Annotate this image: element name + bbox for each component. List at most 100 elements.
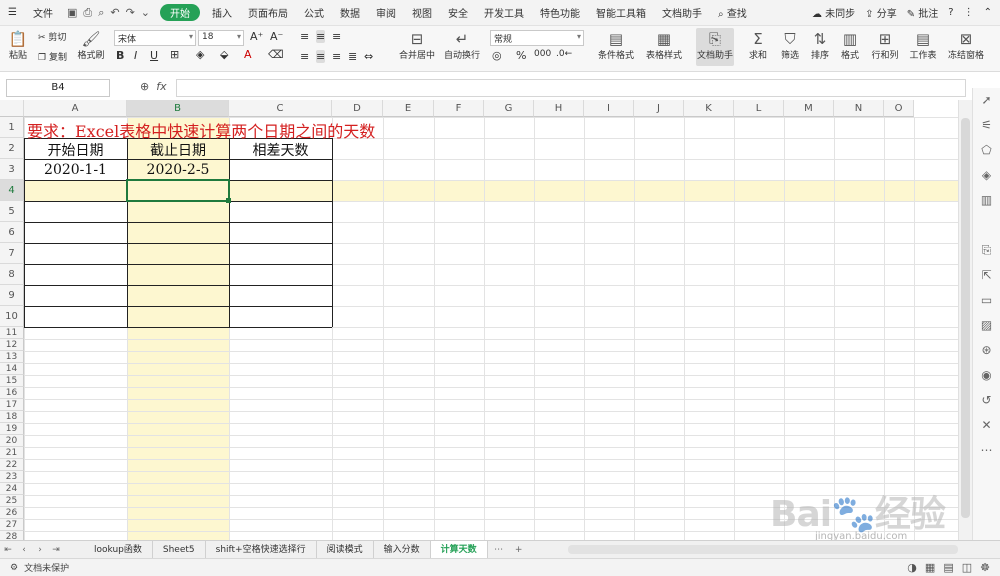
- row-col-button[interactable]: ⊞ 行和列: [870, 30, 900, 61]
- add-sheet-icon[interactable]: +: [510, 545, 528, 555]
- row-header[interactable]: 4: [0, 180, 24, 201]
- share-button[interactable]: ⇪ 分享: [865, 5, 897, 20]
- table-style-button[interactable]: ▦ 表格样式: [644, 30, 684, 61]
- row-header[interactable]: 13: [0, 351, 24, 363]
- row-header[interactable]: 5: [0, 201, 24, 222]
- doc-assistant-button[interactable]: ⎘ 文档助手: [696, 28, 734, 66]
- row-header[interactable]: 8: [0, 264, 24, 285]
- tab-insert[interactable]: 插入: [204, 5, 240, 20]
- tab-formulas[interactable]: 公式: [296, 5, 332, 20]
- shrink-font-icon[interactable]: A⁻: [270, 30, 283, 43]
- row-header[interactable]: 23: [0, 471, 24, 483]
- tab-review[interactable]: 审阅: [368, 5, 404, 20]
- row-header[interactable]: 22: [0, 459, 24, 471]
- cell-b2[interactable]: 截止日期: [127, 140, 229, 160]
- scrollbar-thumb[interactable]: [961, 118, 970, 518]
- row-header[interactable]: 12: [0, 339, 24, 351]
- file-menu[interactable]: 文件: [25, 5, 61, 20]
- column-header[interactable]: D: [332, 100, 383, 117]
- spreadsheet-grid[interactable]: A B C D E F G H I J K L M N O 1 2 3 4 5 6 7 8 9 10 11 12 13 14 15 16 17…: [0, 100, 958, 540]
- prev-sheet-icon[interactable]: ‹: [16, 545, 32, 555]
- underline-icon[interactable]: U: [150, 49, 158, 62]
- print-icon[interactable]: ⎙: [83, 6, 92, 20]
- row-header[interactable]: 15: [0, 375, 24, 387]
- location-icon[interactable]: ◉: [973, 363, 1000, 388]
- column-header[interactable]: N: [834, 100, 884, 117]
- row-header[interactable]: 7: [0, 243, 24, 264]
- sheet-tab-sheet5[interactable]: Sheet5: [153, 540, 206, 559]
- align-middle-icon[interactable]: ≡: [316, 30, 326, 43]
- page-layout-view-icon[interactable]: ▤: [943, 561, 953, 574]
- currency-icon[interactable]: ◎: [492, 49, 502, 62]
- next-sheet-icon[interactable]: ›: [32, 545, 48, 555]
- row-header[interactable]: 26: [0, 507, 24, 519]
- column-header[interactable]: L: [734, 100, 784, 117]
- row-header[interactable]: 2: [0, 138, 24, 159]
- sheet-tab-reading-mode[interactable]: 阅读模式: [317, 540, 374, 559]
- tab-view[interactable]: 视图: [404, 5, 440, 20]
- justify-icon[interactable]: ≣: [348, 50, 357, 63]
- cell-a2[interactable]: 开始日期: [24, 140, 127, 160]
- reading-mode-icon[interactable]: ☸: [980, 561, 990, 574]
- conditional-format-button[interactable]: ▤ 条件格式: [596, 30, 636, 61]
- export-icon[interactable]: ⇱: [973, 263, 1000, 288]
- sync-status[interactable]: ☁ 未同步: [812, 5, 855, 20]
- column-header[interactable]: O: [884, 100, 914, 117]
- row-header[interactable]: 3: [0, 159, 24, 180]
- fill-color-icon[interactable]: ◈: [196, 48, 204, 61]
- more-horizontal-icon[interactable]: ⋯: [973, 438, 1000, 463]
- zoom-icon[interactable]: ⊕: [140, 80, 149, 93]
- thousands-icon[interactable]: 000: [534, 49, 551, 59]
- sheet-tab-shift-space[interactable]: shift+空格快速选择行: [206, 540, 317, 559]
- auto-wrap-button[interactable]: ↵ 自动换行: [444, 30, 480, 61]
- tab-doc-assistant[interactable]: 文档助手: [654, 5, 710, 20]
- format-button[interactable]: ▥ 格式: [838, 30, 862, 61]
- collapse-ribbon-icon[interactable]: ⌃: [984, 7, 992, 18]
- column-header[interactable]: M: [784, 100, 834, 117]
- row-header[interactable]: 20: [0, 435, 24, 447]
- font-name-select[interactable]: 宋体 ▾: [114, 30, 196, 46]
- redo-icon[interactable]: ↷: [126, 6, 135, 20]
- tab-page-layout[interactable]: 页面布局: [240, 5, 296, 20]
- cell-a3[interactable]: 2020-1-1: [24, 162, 127, 178]
- row-header[interactable]: 9: [0, 285, 24, 306]
- row-header[interactable]: 18: [0, 411, 24, 423]
- tab-smart-toolbox[interactable]: 智能工具箱: [588, 5, 654, 20]
- hamburger-icon[interactable]: ☰: [0, 7, 25, 18]
- border-icon[interactable]: ⊞: [170, 48, 179, 61]
- distribute-icon[interactable]: ⇔: [364, 50, 373, 63]
- cell-b3[interactable]: 2020-2-5: [127, 162, 229, 178]
- sheet-tab-lookup[interactable]: lookup函数: [84, 540, 153, 559]
- column-header[interactable]: B: [127, 100, 229, 117]
- settings-icon[interactable]: ⚙: [0, 563, 24, 573]
- row-header[interactable]: 21: [0, 447, 24, 459]
- align-right-icon[interactable]: ≡: [332, 50, 341, 63]
- tab-features[interactable]: 特色功能: [532, 5, 588, 20]
- clear-icon[interactable]: ⌫: [268, 48, 284, 61]
- grow-font-icon[interactable]: A⁺: [250, 30, 263, 43]
- first-sheet-icon[interactable]: ⇤: [0, 545, 16, 555]
- row-header[interactable]: 28: [0, 531, 24, 540]
- tab-developer[interactable]: 开发工具: [476, 5, 532, 20]
- row-header[interactable]: 11: [0, 327, 24, 339]
- tab-data[interactable]: 数据: [332, 5, 368, 20]
- column-header[interactable]: E: [383, 100, 434, 117]
- row-header[interactable]: 1: [0, 117, 24, 138]
- shapes-icon[interactable]: ⬠: [973, 138, 1000, 163]
- bold-icon[interactable]: B: [116, 49, 124, 62]
- row-header[interactable]: 27: [0, 519, 24, 531]
- row-header[interactable]: 24: [0, 483, 24, 495]
- row-header[interactable]: 10: [0, 306, 24, 327]
- cut-button[interactable]: ✂ 剪切: [38, 30, 66, 43]
- page-break-view-icon[interactable]: ◫: [962, 561, 972, 574]
- row-header[interactable]: 25: [0, 495, 24, 507]
- row-header[interactable]: 6: [0, 222, 24, 243]
- more-sheets-icon[interactable]: ⋯: [488, 545, 510, 555]
- last-sheet-icon[interactable]: ⇥: [48, 545, 64, 555]
- tools-icon[interactable]: ✕: [973, 413, 1000, 438]
- fill-bucket-icon[interactable]: ⬙: [220, 48, 228, 61]
- paste-button[interactable]: 📋 粘贴: [6, 30, 30, 61]
- align-top-icon[interactable]: ≡: [300, 30, 309, 43]
- number-format-select[interactable]: 常规 ▾: [490, 30, 584, 46]
- column-header[interactable]: H: [534, 100, 584, 117]
